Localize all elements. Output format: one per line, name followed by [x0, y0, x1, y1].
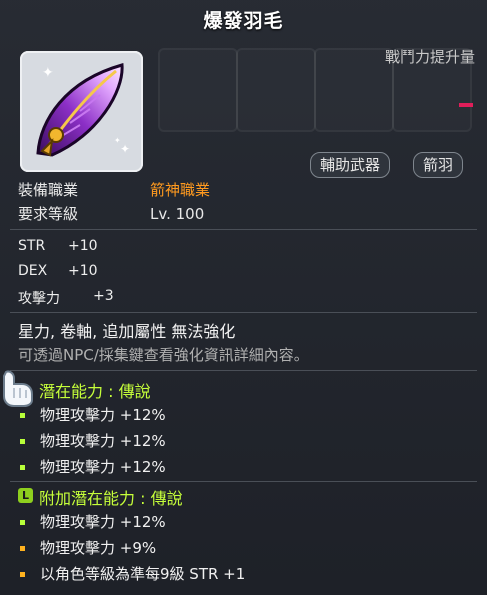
stat-value: +3	[93, 288, 114, 304]
divider	[10, 229, 477, 230]
hand-cursor-icon	[3, 370, 33, 407]
requirement-job-row: 裝備職業 箭神職業	[18, 179, 210, 200]
svg-text:✦: ✦	[42, 65, 54, 81]
stat-name: 攻擊力	[18, 291, 60, 307]
bonus-potential-line: 物理攻擊力 +12%	[20, 511, 166, 532]
potential-line: 物理攻擊力 +12%	[20, 430, 166, 451]
stat-str: STR +10	[18, 238, 98, 254]
divider	[10, 481, 477, 482]
stat-dex: DEX +10	[18, 263, 98, 279]
requirement-level-label: 要求等級	[18, 205, 79, 223]
requirement-job-value: 箭神職業	[150, 181, 211, 199]
combat-power-indicator	[459, 103, 473, 107]
enhance-hint-text: 可透過NPC/採集鍵查看強化資訊詳細內容。	[18, 346, 309, 364]
stat-value: +10	[68, 263, 98, 279]
requirement-job-label: 裝備職業	[18, 181, 79, 199]
svg-text:✦: ✦	[114, 136, 121, 145]
item-image-frame: ✦ ✦ ✦	[20, 51, 143, 172]
bonus-potential-line: 以角色等級為準每9級 STR +1	[20, 563, 245, 584]
bonus-potential-header: 附加潛在能力 : 傳說	[39, 489, 183, 508]
item-tooltip: 爆發羽毛 戰鬥力提升量 ✦ ✦ ✦ 輔助武器 箭羽 裝備職業 箭神職業 要求等級…	[0, 0, 487, 595]
stat-value: +10	[68, 238, 98, 254]
bonus-potential-line: 物理攻擊力 +9%	[20, 537, 156, 558]
combat-power-label: 戰鬥力提升量	[384, 48, 475, 66]
enhance-restriction-text: 星力, 卷軸, 追加屬性 無法強化	[18, 322, 236, 341]
tag-arrow-feather: 箭羽	[413, 152, 464, 178]
divider	[10, 312, 477, 313]
stat-name: STR	[18, 238, 46, 254]
background-slot	[236, 48, 316, 132]
feather-icon: ✦ ✦ ✦	[36, 63, 130, 157]
stat-attack: 攻擊力 +3	[18, 288, 114, 308]
potential-header: 潛在能力 : 傳說	[39, 382, 151, 401]
divider	[10, 370, 477, 371]
svg-text:✦: ✦	[120, 142, 130, 156]
requirement-level-row: 要求等級 Lv. 100	[18, 203, 204, 224]
legendary-badge-icon: L	[18, 488, 33, 503]
tag-secondary-weapon: 輔助武器	[310, 152, 391, 178]
item-title: 爆發羽毛	[203, 10, 284, 32]
background-slot	[314, 48, 394, 132]
potential-line: 物理攻擊力 +12%	[20, 456, 166, 477]
background-slot	[158, 48, 238, 132]
stat-name: DEX	[18, 263, 48, 279]
potential-line: 物理攻擊力 +12%	[20, 404, 166, 425]
requirement-level-value: Lv. 100	[150, 205, 205, 223]
